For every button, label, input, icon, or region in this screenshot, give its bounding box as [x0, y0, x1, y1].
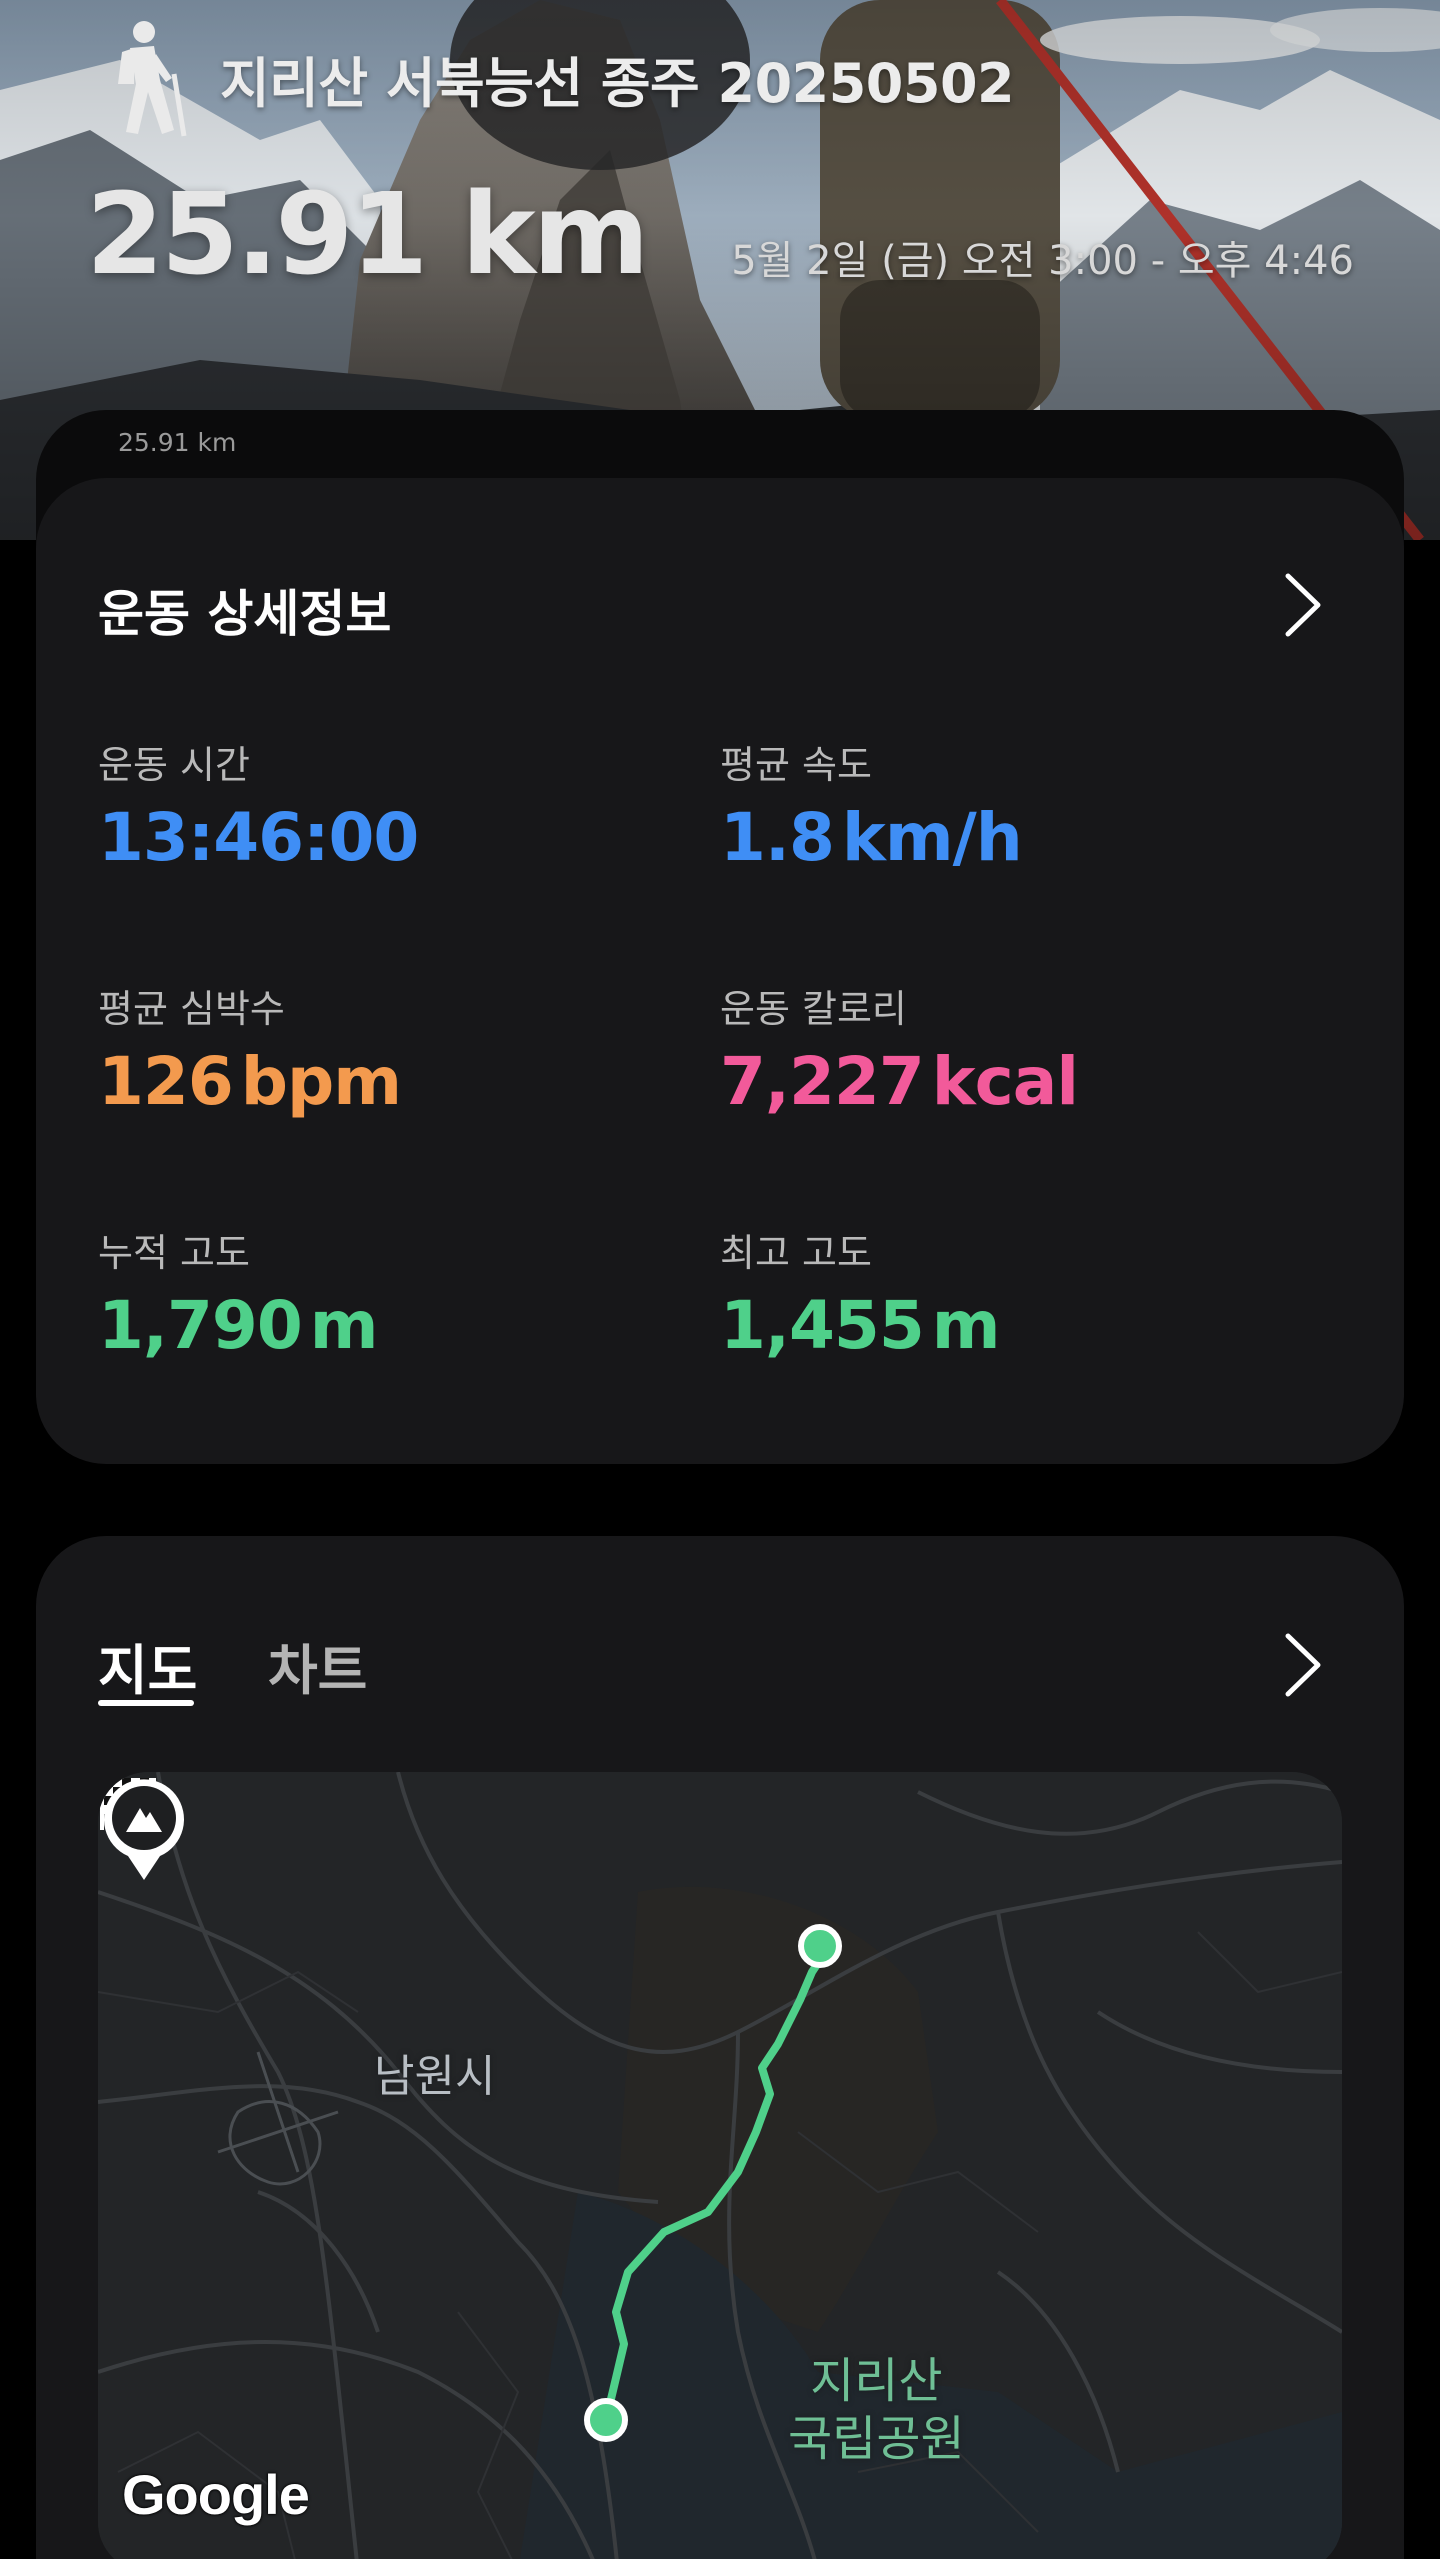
- map-base: [98, 1772, 1342, 2559]
- metric-value: 1,790 m: [98, 1287, 379, 1364]
- metric-value: 126 bpm: [98, 1043, 402, 1120]
- chevron-right-icon[interactable]: [1280, 1630, 1324, 1700]
- start-point-icon: [584, 2398, 628, 2442]
- workout-title: 지리산 서북능선 종주 20250502: [220, 51, 1015, 115]
- metric-label: 운동 칼로리: [720, 987, 907, 1031]
- metric-label: 운동 시간: [98, 743, 250, 787]
- park-label-line2: 국립공원: [788, 2411, 965, 2467]
- workout-details-card[interactable]: 운동 상세정보 운동 시간 13:46:00 평균 속도 1.8 km/h 평균 …: [36, 478, 1404, 1464]
- park-label-line1: 지리산: [810, 2353, 943, 2409]
- tab-map[interactable]: 지도: [98, 1626, 197, 1705]
- tab-chart[interactable]: 차트: [268, 1626, 367, 1705]
- metric-value: 1,455 m: [720, 1287, 1001, 1364]
- park-label: 지리산 국립공원: [788, 2352, 965, 2468]
- metric-label: 최고 고도: [720, 1231, 872, 1275]
- metric-value: 7,227 kcal: [720, 1043, 1079, 1120]
- metric-label: 평균 심박수: [98, 987, 285, 1031]
- workout-detail-screen: 지리산 서북능선 종주 20250502 25.91 km 5월 2일 (금) …: [0, 0, 1440, 2559]
- details-title: 운동 상세정보: [98, 585, 392, 643]
- metric-average-speed: 평균 속도 1.8 km/h: [720, 734, 1280, 876]
- metric-max-elevation: 최고 고도 1,455 m: [720, 1222, 1280, 1364]
- city-label: 남원시: [374, 2051, 496, 2102]
- route-map[interactable]: 남원시 지리산 국립공원 Google: [98, 1772, 1342, 2559]
- title-row: 지리산 서북능선 종주 20250502: [100, 18, 1015, 138]
- metric-label: 평균 속도: [720, 743, 872, 787]
- metric-label: 누적 고도: [98, 1231, 250, 1275]
- hiker-icon: [118, 21, 187, 137]
- mountain-pin-icon[interactable]: [98, 1772, 190, 1882]
- metric-calories: 운동 칼로리 7,227 kcal: [720, 978, 1280, 1120]
- chevron-right-icon[interactable]: [1280, 570, 1324, 640]
- map-chart-card: 지도 차트 남원시 지리산 국립공원 Google: [36, 1536, 1404, 2559]
- date-range: 5월 2일 (금) 오전 3:00 - 오후 4:46: [731, 238, 1354, 284]
- tab-active-indicator: [98, 1700, 194, 1706]
- google-attribution: Google: [122, 2463, 310, 2526]
- total-distance: 25.91 km: [86, 170, 649, 300]
- metric-value: 13:46:00: [98, 799, 419, 876]
- finish-point-marker: [798, 1924, 842, 1968]
- collapsed-distance-label: 25.91 km: [118, 428, 237, 457]
- metric-cumulative-elevation: 누적 고도 1,790 m: [98, 1222, 658, 1364]
- metric-exercise-time: 운동 시간 13:46:00: [98, 734, 658, 876]
- metric-value: 1.8 km/h: [720, 799, 1023, 876]
- metric-average-heart-rate: 평균 심박수 126 bpm: [98, 978, 658, 1120]
